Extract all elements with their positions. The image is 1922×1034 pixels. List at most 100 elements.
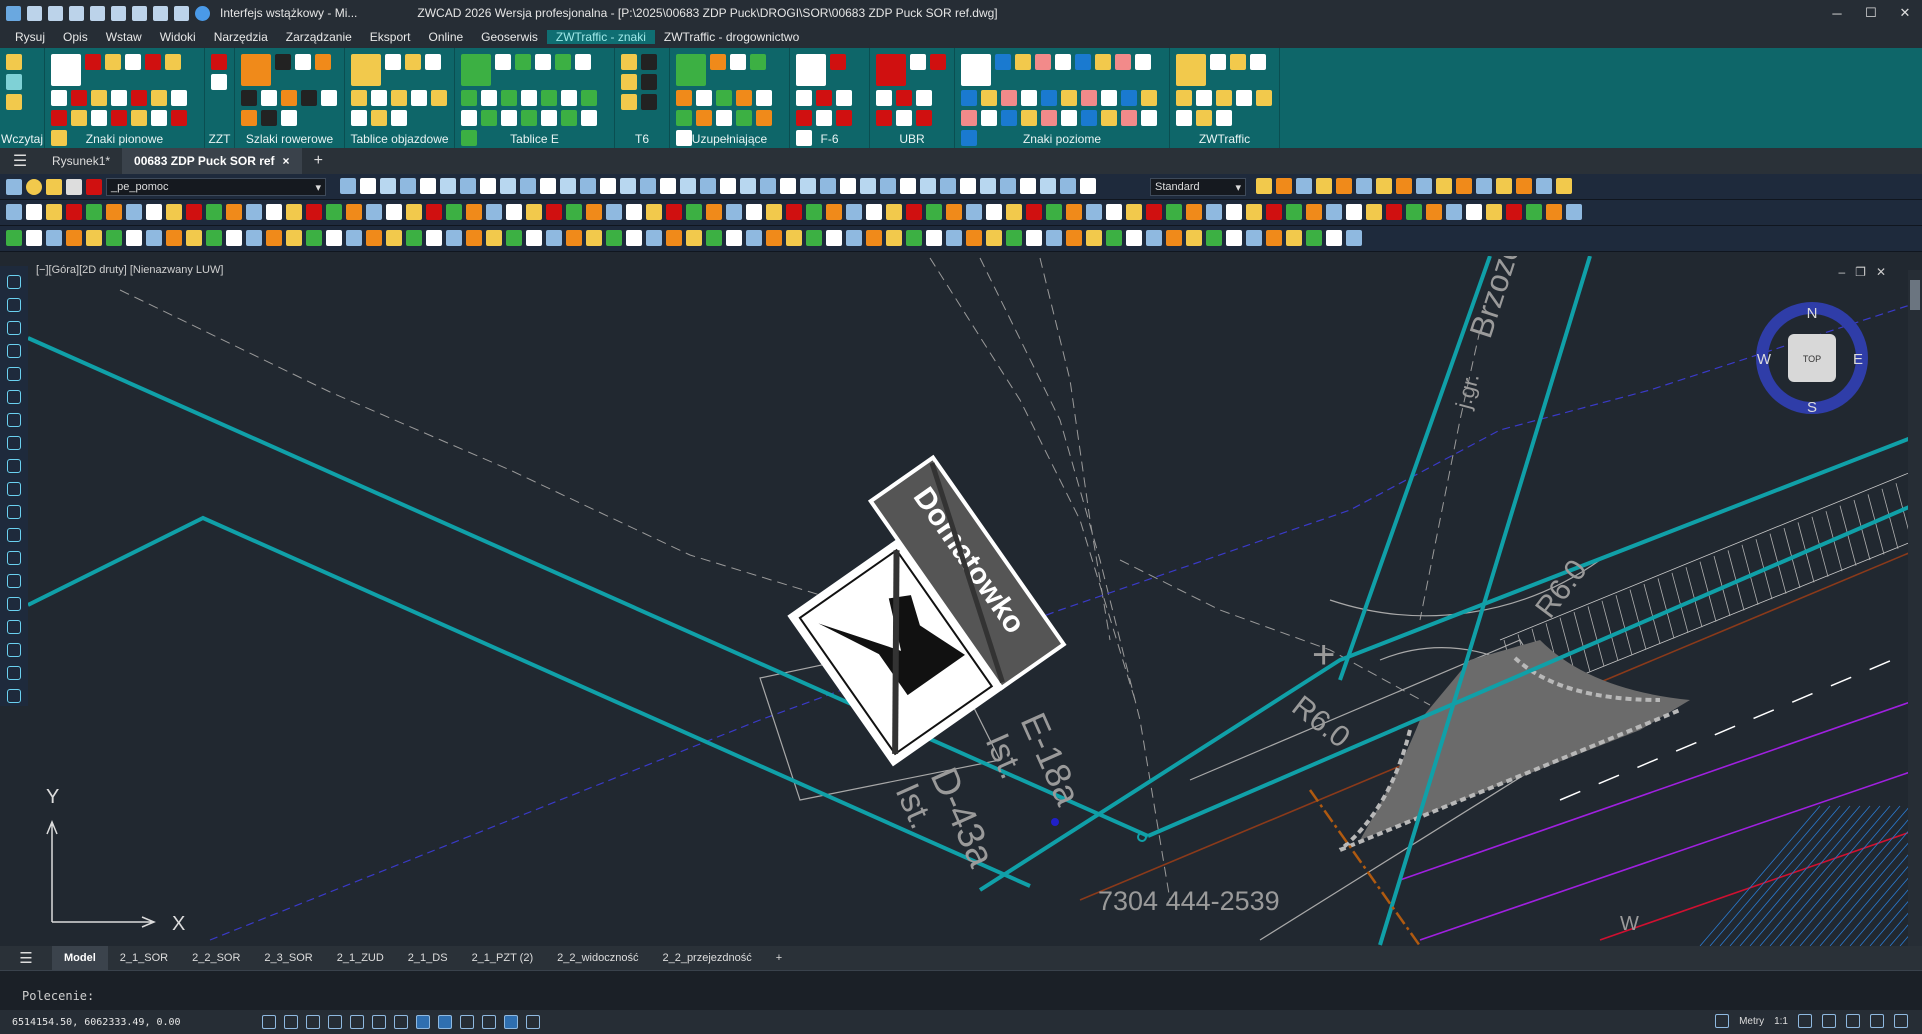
toolbar-tool-icon[interactable] bbox=[486, 204, 502, 220]
toolbar-tool-icon[interactable] bbox=[1446, 204, 1462, 220]
layer-lock-icon[interactable] bbox=[66, 179, 82, 195]
toolbar-tool-icon[interactable] bbox=[1060, 178, 1076, 194]
quick-properties-icon[interactable] bbox=[460, 1015, 474, 1029]
layer-state-icon[interactable] bbox=[26, 179, 42, 195]
toolbar-tool-icon[interactable] bbox=[186, 230, 202, 246]
toolbar-tool-icon[interactable] bbox=[706, 204, 722, 220]
toolbar-tool-icon[interactable] bbox=[726, 204, 742, 220]
toolbar-tool-icon[interactable] bbox=[226, 230, 242, 246]
toolbar-tool-icon[interactable] bbox=[1040, 178, 1056, 194]
toolbar-tool-icon[interactable] bbox=[1166, 204, 1182, 220]
toolbar-tool-icon[interactable] bbox=[1296, 178, 1312, 194]
toolbar-tool-icon[interactable] bbox=[1496, 178, 1512, 194]
ribbon-tool-icon[interactable] bbox=[111, 90, 127, 106]
toolbar-tool-icon[interactable] bbox=[6, 204, 22, 220]
toolbar-tool-icon[interactable] bbox=[166, 204, 182, 220]
toolbar-tool-icon[interactable] bbox=[640, 178, 656, 194]
clean-screen-icon[interactable] bbox=[1870, 1014, 1884, 1028]
ribbon-tool-icon[interactable] bbox=[501, 110, 517, 126]
toolbar-tool-icon[interactable] bbox=[6, 230, 22, 246]
toolbar-tool-icon[interactable] bbox=[1266, 230, 1282, 246]
toolbar-tool-icon[interactable] bbox=[186, 204, 202, 220]
toolbar-tool-icon[interactable] bbox=[846, 230, 862, 246]
toolbar-tool-icon[interactable] bbox=[1416, 178, 1432, 194]
isolate-icon[interactable] bbox=[526, 1015, 540, 1029]
ribbon-tool-icon[interactable] bbox=[281, 110, 297, 126]
minimize-viewport-icon[interactable]: – bbox=[1838, 265, 1845, 279]
layer-color-icon[interactable] bbox=[86, 179, 102, 195]
toolbar-tool-icon[interactable] bbox=[786, 204, 802, 220]
toolbar-tool-icon[interactable] bbox=[1226, 230, 1242, 246]
ribbon-tool-icon[interactable] bbox=[836, 110, 852, 126]
toolbar-tool-icon[interactable] bbox=[206, 230, 222, 246]
menu-item[interactable]: Rysuj bbox=[6, 30, 54, 44]
toolbar-tool-icon[interactable] bbox=[620, 178, 636, 194]
toolbar-tool-icon[interactable] bbox=[566, 230, 582, 246]
toolbar-tool-icon[interactable] bbox=[1326, 204, 1342, 220]
ribbon-tool-icon[interactable] bbox=[830, 54, 846, 70]
toolbar-tool-icon[interactable] bbox=[226, 204, 242, 220]
toolbar-tool-icon[interactable] bbox=[386, 230, 402, 246]
toolbar-tool-icon[interactable] bbox=[326, 204, 342, 220]
menu-item[interactable]: ZWTraffic - znaki bbox=[546, 30, 655, 44]
toolbar-tool-icon[interactable] bbox=[986, 230, 1002, 246]
toolbar-tool-icon[interactable] bbox=[840, 178, 856, 194]
restore-viewport-icon[interactable]: ❐ bbox=[1855, 265, 1866, 279]
toolbar-tool-icon[interactable] bbox=[66, 204, 82, 220]
toolbar-tool-icon[interactable] bbox=[206, 204, 222, 220]
toolbar-tool-icon[interactable] bbox=[446, 230, 462, 246]
ribbon-tool-icon[interactable] bbox=[261, 90, 277, 106]
toolbar-tool-icon[interactable] bbox=[1516, 178, 1532, 194]
draw-tool-icon[interactable] bbox=[7, 551, 21, 565]
ribbon-tool-icon[interactable] bbox=[981, 90, 997, 106]
ribbon-tool-icon[interactable] bbox=[385, 54, 401, 70]
toolbar-tool-icon[interactable] bbox=[246, 230, 262, 246]
toolbar-tool-icon[interactable] bbox=[1106, 204, 1122, 220]
undo-icon[interactable] bbox=[153, 5, 168, 21]
ribbon-tool-icon[interactable] bbox=[1001, 90, 1017, 106]
toolbar-tool-icon[interactable] bbox=[626, 204, 642, 220]
ribbon-tool-icon[interactable] bbox=[501, 90, 517, 106]
ribbon-tool-icon[interactable] bbox=[1021, 110, 1037, 126]
toolbar-tool-icon[interactable] bbox=[926, 230, 942, 246]
toolbar-tool-icon[interactable] bbox=[806, 230, 822, 246]
toolbar-tool-icon[interactable] bbox=[1476, 178, 1492, 194]
draw-tool-icon[interactable] bbox=[7, 574, 21, 588]
toolbar-tool-icon[interactable] bbox=[786, 230, 802, 246]
toolbar-tool-icon[interactable] bbox=[1426, 204, 1442, 220]
toolbar-tool-icon[interactable] bbox=[26, 204, 42, 220]
draw-tool-icon[interactable] bbox=[7, 298, 21, 312]
ribbon-tool-icon[interactable] bbox=[621, 74, 637, 90]
toolbar-tool-icon[interactable] bbox=[586, 230, 602, 246]
units-label[interactable]: Metry bbox=[1739, 1016, 1764, 1027]
toolbar-tool-icon[interactable] bbox=[1346, 230, 1362, 246]
hardware-accel-icon[interactable] bbox=[1846, 1014, 1860, 1028]
ribbon-tool-icon[interactable] bbox=[351, 90, 367, 106]
draw-tool-icon[interactable] bbox=[7, 643, 21, 657]
ribbon-tool-icon[interactable] bbox=[961, 90, 977, 106]
toolbar-tool-icon[interactable] bbox=[666, 204, 682, 220]
toolbar-tool-icon[interactable] bbox=[1346, 204, 1362, 220]
ribbon-tool-icon[interactable] bbox=[301, 90, 317, 106]
ribbon-tool-icon[interactable] bbox=[1041, 90, 1057, 106]
ribbon-tool-icon[interactable] bbox=[641, 94, 657, 110]
toolbar-tool-icon[interactable] bbox=[726, 230, 742, 246]
close-viewport-icon[interactable]: ✕ bbox=[1876, 265, 1886, 279]
ribbon-tool-icon[interactable] bbox=[321, 90, 337, 106]
toolbar-tool-icon[interactable] bbox=[466, 230, 482, 246]
ribbon-tool-icon[interactable] bbox=[71, 90, 87, 106]
ribbon-tool-icon[interactable] bbox=[481, 110, 497, 126]
ribbon-tool-icon[interactable] bbox=[1141, 110, 1157, 126]
layout-tab[interactable]: 2_2_SOR bbox=[180, 952, 252, 964]
toolbar-tool-icon[interactable] bbox=[1306, 230, 1322, 246]
toolbar-tool-icon[interactable] bbox=[1286, 230, 1302, 246]
toolbar-tool-icon[interactable] bbox=[1256, 178, 1272, 194]
toolbar-tool-icon[interactable] bbox=[760, 178, 776, 194]
ribbon-tool-icon[interactable] bbox=[1216, 110, 1232, 126]
ribbon-tool-icon[interactable] bbox=[241, 110, 257, 126]
draw-tool-icon[interactable] bbox=[7, 321, 21, 335]
toolbar-tool-icon[interactable] bbox=[540, 178, 556, 194]
toolbar-tool-icon[interactable] bbox=[366, 204, 382, 220]
toolbar-tool-icon[interactable] bbox=[1466, 204, 1482, 220]
ribbon-tool-icon[interactable] bbox=[756, 90, 772, 106]
